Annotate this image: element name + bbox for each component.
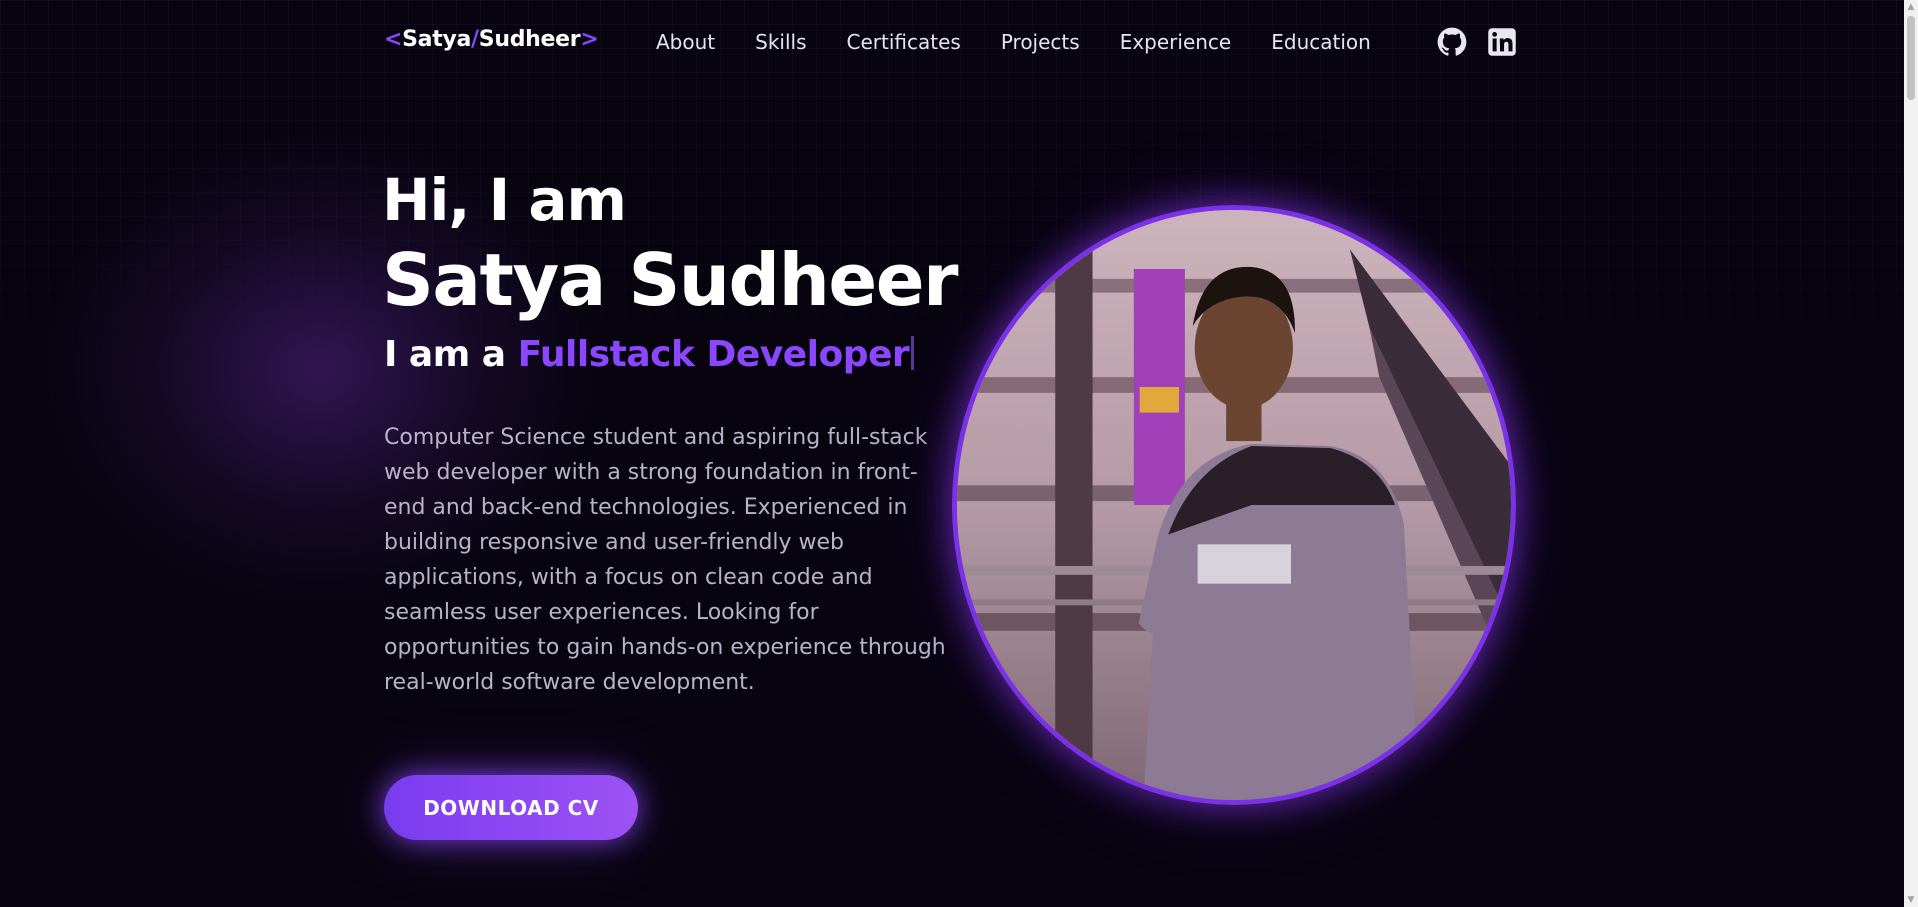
hero-bio: Computer Science student and aspiring fu… xyxy=(384,425,946,695)
scroll-up-arrow-icon[interactable]: ▲ xyxy=(1904,0,1918,14)
github-icon[interactable] xyxy=(1437,27,1467,57)
role-prefix: I am a xyxy=(384,334,506,375)
nav-link-education[interactable]: Education xyxy=(1271,30,1371,56)
linkedin-icon[interactable] xyxy=(1487,27,1517,57)
nav-link-certificates[interactable]: Certificates xyxy=(847,30,961,56)
nav-link-skills[interactable]: Skills xyxy=(755,30,806,56)
nav-link-experience[interactable]: Experience xyxy=(1120,30,1232,56)
nav-link-about[interactable]: About xyxy=(656,30,715,56)
nav-links: About Skills Certificates Projects Exper… xyxy=(656,30,1371,56)
download-cv-button[interactable]: DOWNLOAD CV xyxy=(384,775,638,840)
site-logo[interactable]: <Satya/Sudheer> xyxy=(384,27,599,52)
hero-role: I am a Fullstack Developer xyxy=(384,334,915,375)
logo-slash: / xyxy=(471,27,479,52)
scroll-down-arrow-icon[interactable]: ▼ xyxy=(1904,893,1918,907)
profile-photo xyxy=(952,205,1516,805)
logo-open-bracket: < xyxy=(384,27,403,52)
role-highlight: Fullstack Developer xyxy=(517,334,910,375)
logo-close-bracket: > xyxy=(580,27,599,52)
nav-link-projects[interactable]: Projects xyxy=(1001,30,1080,56)
scroll-thumb[interactable] xyxy=(1907,16,1915,100)
page-scrollbar[interactable]: ▲ ▼ xyxy=(1904,0,1918,907)
hero-greeting: Hi, I am xyxy=(382,166,627,234)
logo-first-name: Satya xyxy=(402,27,472,52)
hero-name: Satya Sudheer xyxy=(382,238,959,322)
typing-cursor xyxy=(911,336,915,370)
top-navigation: <Satya/Sudheer> About Skills Certificate… xyxy=(0,0,1904,86)
logo-last-name: Sudheer xyxy=(478,27,581,52)
